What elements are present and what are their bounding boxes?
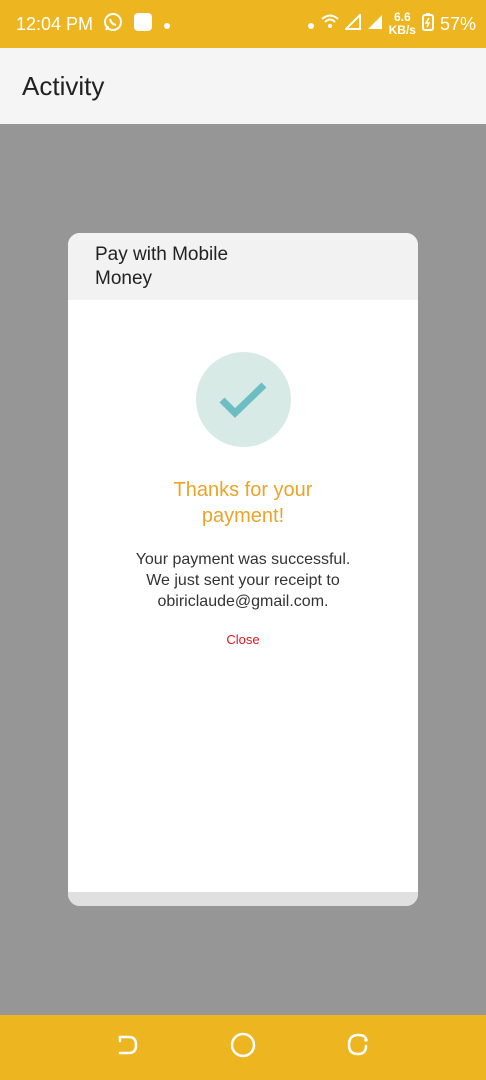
signal-icon — [367, 14, 383, 35]
status-bar: 12:04 PM 6.6 KB/s 57% — [0, 0, 486, 48]
dialog-body: Thanks for your payment! Your payment wa… — [68, 352, 418, 649]
wifi-icon — [320, 14, 339, 35]
dialog-title: Pay with Mobile Money — [95, 244, 229, 289]
success-check-icon — [195, 352, 291, 447]
navigation-bar — [0, 1015, 486, 1080]
close-button[interactable]: Close — [226, 632, 259, 647]
message-line: obiriclaude@gmail.com. — [157, 593, 329, 610]
receipt-message: Your payment was successful. We just sen… — [68, 549, 418, 612]
dialog-footer — [68, 892, 418, 906]
home-icon — [229, 1031, 257, 1064]
thanks-line: payment! — [201, 505, 285, 527]
thanks-line: Thanks for your — [173, 479, 313, 501]
dot-icon — [307, 14, 315, 35]
battery-icon — [421, 12, 434, 36]
recents-button[interactable] — [338, 1028, 378, 1068]
app-notification-icon — [133, 12, 153, 37]
dot-icon — [163, 14, 171, 35]
recents-icon — [345, 1032, 371, 1063]
message-line: Your payment was successful. — [135, 551, 351, 568]
app-bar: Activity — [0, 48, 486, 124]
page-title: Activity — [22, 70, 105, 101]
network-speed: 6.6 KB/s — [389, 11, 416, 37]
status-time: 12:04 PM — [16, 13, 94, 34]
thanks-message: Thanks for your payment! — [68, 477, 418, 529]
payment-dialog: Pay with Mobile Money Thanks for your pa… — [68, 233, 418, 906]
speed-unit: KB/s — [388, 23, 416, 37]
back-icon — [115, 1032, 141, 1063]
dialog-header: Pay with Mobile Money — [68, 233, 418, 300]
message-line: We just sent your receipt to — [146, 572, 340, 589]
whatsapp-icon — [103, 12, 123, 37]
battery-percent: 57% — [439, 13, 476, 34]
home-button[interactable] — [223, 1028, 263, 1068]
back-button[interactable] — [108, 1028, 148, 1068]
signal-icon — [343, 12, 361, 35]
